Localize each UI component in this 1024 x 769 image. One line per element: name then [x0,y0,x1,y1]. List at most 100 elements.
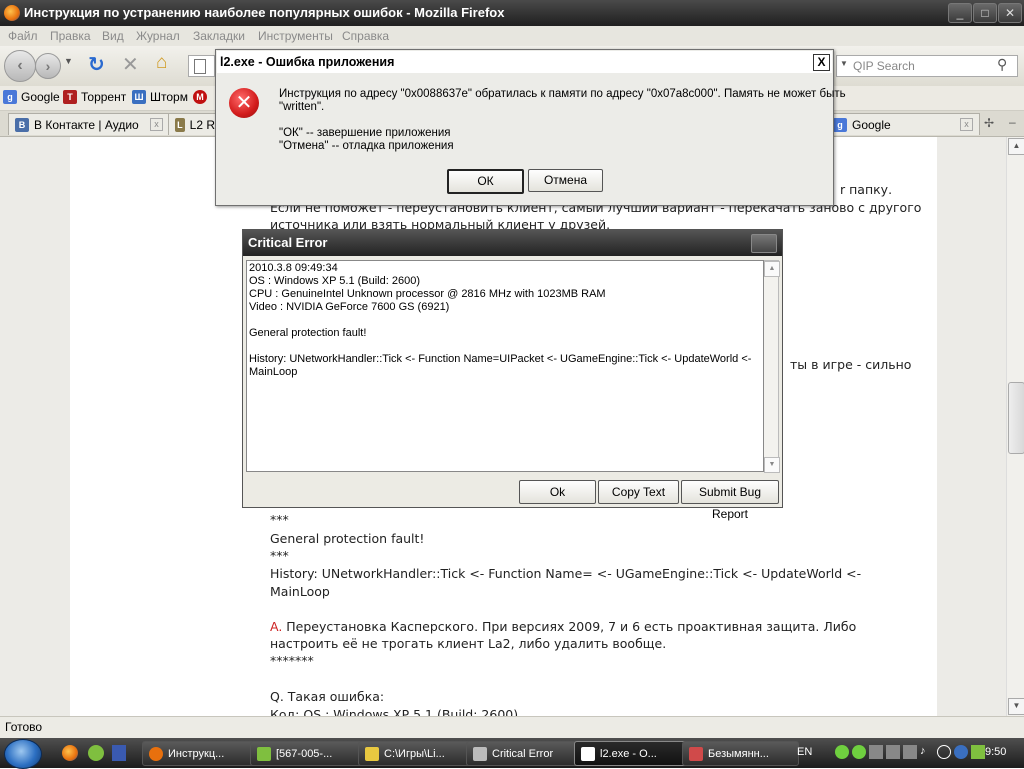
taskbar-item-paint[interactable]: Безымянн... [682,741,799,766]
tray-flower-icon[interactable] [835,745,849,759]
critical-error-close-button[interactable] [751,234,777,253]
taskbar: Инструкц... [567-005-... C:\Игры\Li... C… [0,738,1024,769]
start-button[interactable] [4,739,42,769]
critical-ok-button[interactable]: Ok [519,480,596,504]
quicklaunch-flower-icon[interactable] [88,745,104,761]
scroll-down-icon[interactable]: ▼ [1008,698,1024,715]
answer-prefix: A. [270,619,283,634]
paint-icon [689,746,703,761]
stop-icon[interactable]: ✕ [122,52,139,77]
quicklaunch-app-icon[interactable] [112,745,126,761]
taskbar-item-firefox[interactable]: Инструкц... [142,741,259,766]
tray-network-icon[interactable] [869,745,883,759]
submit-bug-report-button[interactable]: Submit Bug Report [681,480,779,521]
tab-label: В Контакте | Аудио [34,117,139,132]
close-tab-icon[interactable]: x [960,118,973,131]
chat-icon [257,746,271,761]
menu-tools[interactable]: Инструменты [258,29,333,43]
search-input[interactable]: QIP Search [853,59,915,73]
metro-icon: M [193,90,207,104]
google-icon: g [3,90,17,104]
new-tab-icon[interactable]: ✢ [984,116,994,130]
vk-icon: B [15,117,29,132]
critical-error-scrollbar[interactable]: ▲ ▼ [764,260,780,473]
page-text: ты в игре - сильно [790,357,912,372]
reload-icon[interactable]: ↻ [88,52,105,77]
l2-dialog-message: Инструкция по адресу "0x0088637e" обрати… [279,88,846,100]
page-text: настроить её не трогать клиент La2, либо… [270,636,667,651]
l2-dialog-close-button[interactable]: X [813,54,830,71]
page-text: *** [270,548,289,563]
search-icon[interactable]: ⚲ [997,56,1007,73]
maximize-button[interactable]: □ [973,3,997,23]
close-tab-icon[interactable]: x [150,118,163,131]
status-bar: Готово [0,716,1024,738]
tray-shield-icon[interactable] [954,745,968,759]
scroll-down-icon[interactable]: ▼ [764,457,780,473]
tray-circle-icon[interactable] [937,745,951,759]
bookmark-storm[interactable]: Ш Шторм [132,90,188,104]
search-box[interactable]: р ▼ QIP Search ⚲ [825,55,1018,77]
scroll-thumb[interactable] [1008,382,1024,454]
bookmark-torrent[interactable]: T Торрент [63,90,126,104]
tab-list-icon[interactable]: – [1009,115,1016,129]
bookmark-google[interactable]: g Google [3,90,60,104]
history-dropdown-icon[interactable]: ▼ [64,56,73,66]
clock[interactable]: 9:50 [985,746,1006,758]
critical-error-titlebar: Critical Error [243,230,782,256]
tab-l2[interactable]: L L2 R [168,113,222,135]
page-text: ******* [270,653,314,668]
taskbar-item-critical-error[interactable]: Critical Error [466,741,583,766]
scroll-up-icon[interactable]: ▲ [764,261,780,277]
quicklaunch-firefox-icon[interactable] [62,745,78,761]
scroll-up-icon[interactable]: ▲ [1008,138,1024,155]
page-text: MainLoop [270,584,330,599]
critical-error-text[interactable]: 2010.3.8 09:49:34 OS : Windows XP 5.1 (B… [246,260,764,472]
back-button[interactable]: ‹ [4,50,36,82]
tray-battery-icon[interactable] [971,745,985,759]
taskbar-item-l2-dialog[interactable]: l2.exe - О... [574,741,691,766]
page-text: Переустановка Касперского. При версиях 2… [282,619,857,634]
menu-file[interactable]: Файл [8,29,38,43]
bookmark-label: Google [21,90,60,104]
language-indicator[interactable]: EN [797,746,812,758]
close-button[interactable]: ✕ [998,3,1022,23]
l2-icon: L [175,117,185,132]
bookmark-label: Шторм [150,90,188,104]
tab-vkontakte[interactable]: B В Контакте | Аудио x [8,113,170,135]
bookmark-metro[interactable]: M [193,90,207,104]
taskbar-item-folder[interactable]: C:\Игры\Li... [358,741,475,766]
taskbar-item-label: Безымянн... [708,747,769,760]
window-title: Инструкция по устранению наиболее популя… [24,5,505,20]
answer-line: A. Переустановка Касперского. При версия… [270,618,856,635]
home-icon[interactable]: ⌂ [156,52,167,74]
tray-flower-icon[interactable] [852,745,866,759]
bookmark-label: Торрент [81,90,127,104]
l2-cancel-button[interactable]: Отмена [528,169,603,192]
search-engine-dropdown-icon[interactable]: ▼ [840,59,848,68]
menu-bookmarks[interactable]: Закладки [193,29,245,43]
l2-dialog-ok-hint: "ОК" -- завершение приложения [279,127,451,139]
taskbar-item-chat[interactable]: [567-005-... [250,741,367,766]
menu-history[interactable]: Журнал [136,29,180,43]
tray-volume-icon[interactable]: ♪ [920,745,934,759]
page-icon [194,59,206,74]
minimize-button[interactable]: _ [948,3,972,23]
copy-text-button[interactable]: Copy Text [598,480,679,504]
page-scrollbar[interactable]: ▲ ▼ [1006,137,1024,716]
window-icon [581,746,595,761]
menu-view[interactable]: Вид [102,29,124,43]
tray-network-icon[interactable] [886,745,900,759]
menu-help[interactable]: Справка [342,29,389,43]
tab-label: L2 R [189,117,215,132]
menu-edit[interactable]: Правка [50,29,91,43]
l2-ok-button[interactable]: ОК [447,169,524,194]
tab-google[interactable]: g Google x [826,113,980,135]
forward-button[interactable]: › [35,53,61,79]
storm-icon: Ш [132,90,146,104]
page-text: General protection fault! [270,531,425,546]
window-titlebar: Инструкция по устранению наиболее популя… [0,0,1024,26]
tab-label: Google [852,117,891,132]
tray-monitor-icon[interactable] [903,745,917,759]
url-bar[interactable] [188,55,215,77]
